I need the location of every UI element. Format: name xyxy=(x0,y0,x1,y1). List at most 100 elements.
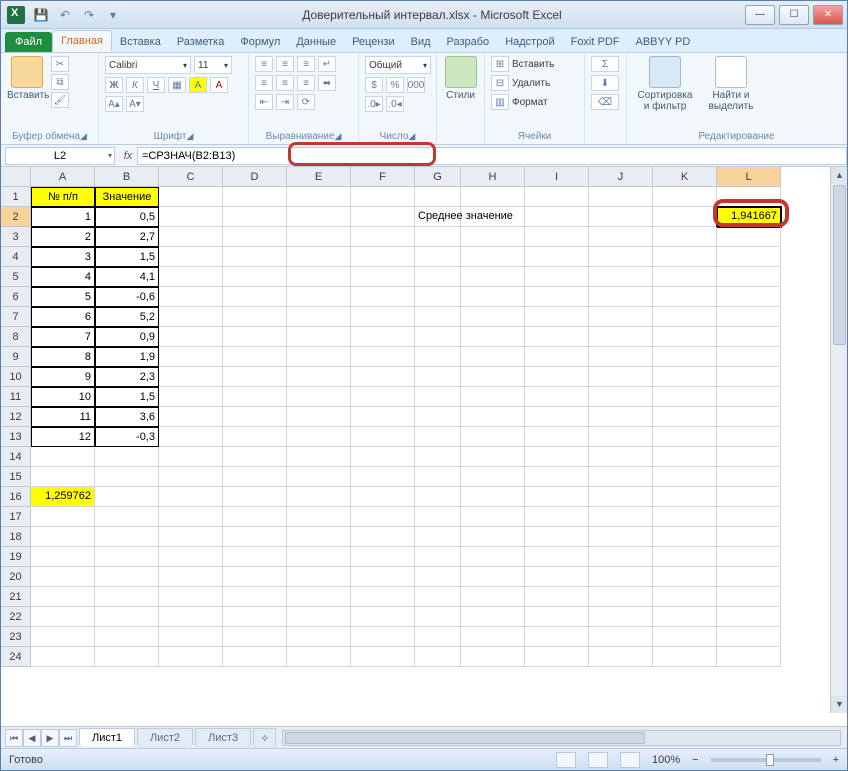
cell-G20[interactable] xyxy=(415,567,461,587)
cell-A5[interactable]: 4 xyxy=(31,267,95,287)
cell-A17[interactable] xyxy=(31,507,95,527)
bold-button[interactable]: Ж xyxy=(105,77,123,93)
cell-G11[interactable] xyxy=(415,387,461,407)
cell-C13[interactable] xyxy=(159,427,223,447)
font-size-select[interactable]: 11▾ xyxy=(194,56,232,74)
cell-J20[interactable] xyxy=(589,567,653,587)
cell-L21[interactable] xyxy=(717,587,781,607)
cell-C6[interactable] xyxy=(159,287,223,307)
cell-J24[interactable] xyxy=(589,647,653,667)
cell-K18[interactable] xyxy=(653,527,717,547)
cell-L23[interactable] xyxy=(717,627,781,647)
cell-C14[interactable] xyxy=(159,447,223,467)
cell-E12[interactable] xyxy=(287,407,351,427)
tab-foxit[interactable]: Foxit PDF xyxy=(563,32,628,52)
fill-down-icon[interactable]: ⬇ xyxy=(591,75,619,91)
cell-G13[interactable] xyxy=(415,427,461,447)
cell-B16[interactable] xyxy=(95,487,159,507)
col-header-H[interactable]: H xyxy=(461,167,525,187)
cell-F11[interactable] xyxy=(351,387,415,407)
cell-J6[interactable] xyxy=(589,287,653,307)
cell-A7[interactable]: 6 xyxy=(31,307,95,327)
cell-G2[interactable]: Среднее значение xyxy=(415,207,461,227)
row-header-5[interactable]: 5 xyxy=(1,267,31,287)
cell-H20[interactable] xyxy=(461,567,525,587)
cell-L1[interactable] xyxy=(717,187,781,207)
fill-color-button[interactable]: A xyxy=(189,77,207,93)
cell-F2[interactable] xyxy=(351,207,415,227)
cell-G24[interactable] xyxy=(415,647,461,667)
cell-F1[interactable] xyxy=(351,187,415,207)
cell-D16[interactable] xyxy=(223,487,287,507)
tab-review[interactable]: Рецензи xyxy=(344,32,403,52)
cell-K4[interactable] xyxy=(653,247,717,267)
cell-J2[interactable] xyxy=(589,207,653,227)
number-format-select[interactable]: Общий▾ xyxy=(365,56,431,74)
cell-B24[interactable] xyxy=(95,647,159,667)
cell-G16[interactable] xyxy=(415,487,461,507)
row-header-6[interactable]: 6 xyxy=(1,287,31,307)
row-header-22[interactable]: 22 xyxy=(1,607,31,627)
cell-B12[interactable]: 3,6 xyxy=(95,407,159,427)
cell-A20[interactable] xyxy=(31,567,95,587)
cell-D21[interactable] xyxy=(223,587,287,607)
cell-L7[interactable] xyxy=(717,307,781,327)
cell-L24[interactable] xyxy=(717,647,781,667)
cell-H13[interactable] xyxy=(461,427,525,447)
cell-K5[interactable] xyxy=(653,267,717,287)
cell-I7[interactable] xyxy=(525,307,589,327)
cell-C21[interactable] xyxy=(159,587,223,607)
cell-D4[interactable] xyxy=(223,247,287,267)
paste-button[interactable]: Вставить xyxy=(7,56,47,101)
cell-F15[interactable] xyxy=(351,467,415,487)
new-sheet-icon[interactable]: ✧ xyxy=(253,728,276,748)
cell-B21[interactable] xyxy=(95,587,159,607)
vscroll-thumb[interactable] xyxy=(833,185,846,345)
cell-B14[interactable] xyxy=(95,447,159,467)
cell-A21[interactable] xyxy=(31,587,95,607)
zoom-in-icon[interactable]: + xyxy=(833,754,839,766)
cell-E23[interactable] xyxy=(287,627,351,647)
cell-L22[interactable] xyxy=(717,607,781,627)
row-header-23[interactable]: 23 xyxy=(1,627,31,647)
cell-B7[interactable]: 5,2 xyxy=(95,307,159,327)
cell-L2[interactable]: 1,941667 xyxy=(717,207,781,227)
cell-C23[interactable] xyxy=(159,627,223,647)
cell-C3[interactable] xyxy=(159,227,223,247)
cell-L20[interactable] xyxy=(717,567,781,587)
decrease-indent-icon[interactable]: ⇤ xyxy=(255,94,273,110)
select-all-corner[interactable] xyxy=(1,167,31,187)
col-header-A[interactable]: A xyxy=(31,167,95,187)
cell-H5[interactable] xyxy=(461,267,525,287)
scroll-down-icon[interactable]: ▼ xyxy=(831,696,847,713)
cell-A1[interactable]: № п/п xyxy=(31,187,95,207)
cell-J17[interactable] xyxy=(589,507,653,527)
cell-K17[interactable] xyxy=(653,507,717,527)
cell-F14[interactable] xyxy=(351,447,415,467)
cell-H14[interactable] xyxy=(461,447,525,467)
cell-I12[interactable] xyxy=(525,407,589,427)
cell-J3[interactable] xyxy=(589,227,653,247)
cell-G3[interactable] xyxy=(415,227,461,247)
cell-A6[interactable]: 5 xyxy=(31,287,95,307)
row-header-2[interactable]: 2 xyxy=(1,207,31,227)
cell-C5[interactable] xyxy=(159,267,223,287)
cell-J11[interactable] xyxy=(589,387,653,407)
cell-I21[interactable] xyxy=(525,587,589,607)
cell-K12[interactable] xyxy=(653,407,717,427)
cell-E2[interactable] xyxy=(287,207,351,227)
sheet-last-icon[interactable]: ⏭ xyxy=(59,729,77,747)
cell-G7[interactable] xyxy=(415,307,461,327)
cell-D1[interactable] xyxy=(223,187,287,207)
cell-B9[interactable]: 1,9 xyxy=(95,347,159,367)
cell-L5[interactable] xyxy=(717,267,781,287)
increase-font-icon[interactable]: A▴ xyxy=(105,96,123,112)
cell-H4[interactable] xyxy=(461,247,525,267)
cell-J1[interactable] xyxy=(589,187,653,207)
cell-J21[interactable] xyxy=(589,587,653,607)
cell-K23[interactable] xyxy=(653,627,717,647)
cell-J9[interactable] xyxy=(589,347,653,367)
cell-L9[interactable] xyxy=(717,347,781,367)
cell-I4[interactable] xyxy=(525,247,589,267)
cell-L6[interactable] xyxy=(717,287,781,307)
